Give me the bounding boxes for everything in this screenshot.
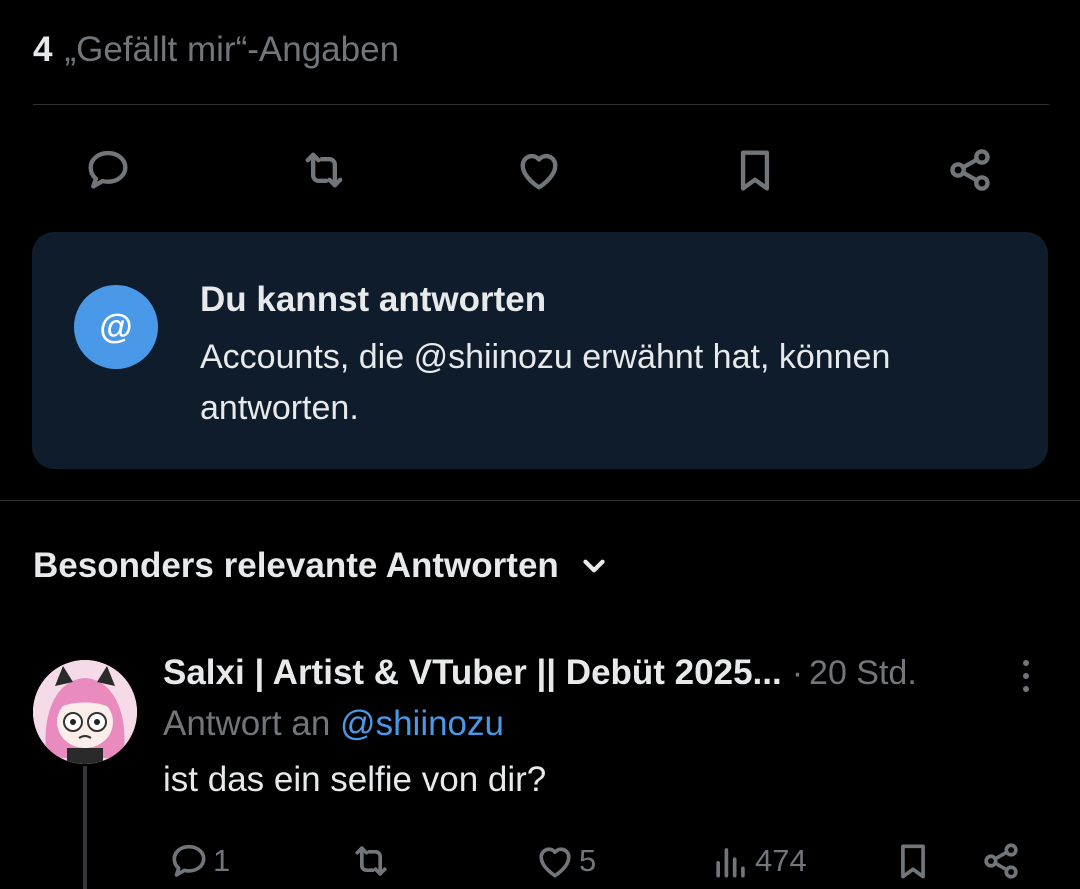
likes-count: 4 [33,30,53,69]
thread-line [83,766,87,889]
at-sign-glyph: @ [99,308,133,346]
reply-button[interactable] [78,140,138,200]
replying-to: Antwort an @shiinozu [163,704,504,744]
avatar-image [33,660,137,764]
separator-dot: · [791,653,804,692]
reply-header: Salxi | Artist & VTuber || Debüt 2025...… [163,648,917,698]
sort-label: Besonders relevante Antworten [33,546,559,585]
card-title: Du kannst antworten [200,280,547,319]
heart-icon [539,847,571,878]
reply-count: 1 [213,843,231,878]
post-text: ist das ein selfie von dir? [163,760,547,799]
bookmark-icon [901,844,925,879]
reply-icon [88,150,128,189]
reply-prefix: Antwort an [163,704,331,743]
share-icon [984,843,1018,879]
repost-icon [305,152,342,188]
bookmark-icon [740,150,769,191]
like-count: 5 [579,843,597,878]
replies-sort-dropdown[interactable]: Besonders relevante Antworten [33,540,611,592]
likes-summary[interactable]: 4 „Gefällt mir“-Angaben [33,26,399,74]
divider [33,104,1049,105]
views-icon [716,848,745,878]
reply-icon [172,844,206,877]
heart-icon [520,153,558,190]
view-count: 474 [755,843,807,878]
repost-icon [355,846,387,876]
more-dot [1023,673,1029,679]
divider [0,500,1080,501]
avatar[interactable] [33,660,137,764]
reply-permission-card: @ Du kannst antworten Accounts, die @shi… [32,232,1048,469]
like-button[interactable] [509,140,569,200]
more-options-icon[interactable] [1006,654,1046,698]
views-button[interactable]: 474 [709,836,807,886]
likes-label: „Gefällt mir“-Angaben [64,30,400,69]
reply-mention-link[interactable]: @shiinozu [340,704,504,743]
bookmark-button[interactable] [725,140,785,200]
share-button[interactable] [979,836,1023,886]
tweet-action-bar [78,140,1000,200]
post-timestamp[interactable]: 20 Std. [809,654,917,693]
like-button[interactable]: 5 [533,836,596,886]
chevron-down-icon [583,559,605,573]
more-dot [1023,686,1029,692]
share-button[interactable] [940,140,1000,200]
share-icon [950,149,990,191]
more-dot [1023,660,1029,666]
author-name[interactable]: Salxi | Artist & VTuber || Debüt 2025... [163,653,782,693]
repost-button[interactable] [349,836,395,886]
card-description: Accounts, die @shiinozu erwähnt hat, kön… [200,338,891,427]
repost-button[interactable] [294,140,354,200]
reply-button[interactable]: 1 [167,836,230,886]
reply-action-bar: 1 5 474 [163,836,1033,886]
bookmark-button[interactable] [891,836,935,886]
at-sign-icon: @ [74,285,158,369]
